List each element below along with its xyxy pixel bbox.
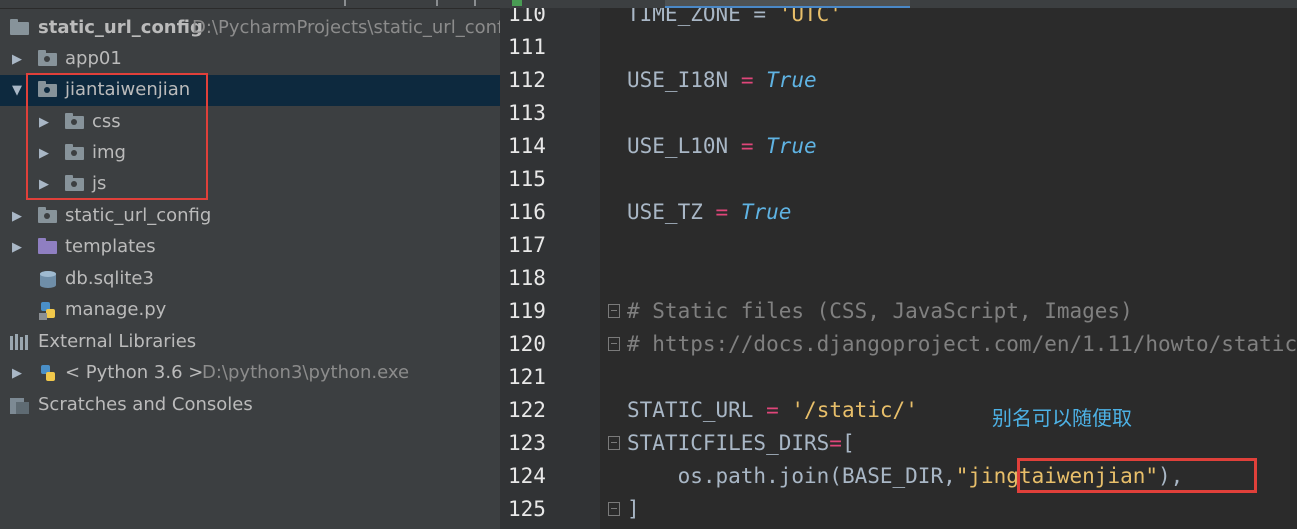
folder-icon — [10, 19, 30, 37]
python-file-icon — [38, 301, 58, 320]
libraries-icon — [9, 333, 29, 351]
tree-root-row[interactable]: static_url_config D:\PycharmProjects\sta… — [0, 13, 500, 44]
tree-scratches[interactable]: Scratches and Consoles — [0, 390, 500, 421]
code-line-123: STATICFILES_DIRS=[ — [627, 431, 855, 455]
line-number: 118 — [508, 266, 546, 290]
line-number: 123 — [508, 431, 546, 455]
tree-external-libraries[interactable]: External Libraries — [0, 327, 500, 358]
expand-arrow-icon[interactable]: ▶ — [10, 201, 24, 232]
folder-icon — [38, 50, 58, 68]
file-tab-icon[interactable] — [512, 0, 522, 6]
project-tree-panel: static_url_config D:\PycharmProjects\sta… — [0, 0, 500, 529]
code-line-120: # https://docs.djangoproject.com/en/1.11… — [627, 332, 1297, 356]
code-line-116: USE_TZ = True — [627, 200, 792, 224]
code-editor[interactable]: 110 111 112 113 114 115 116 117 118 119 … — [500, 0, 1297, 529]
line-number: 115 — [508, 167, 546, 191]
tree-item-label: manage.py — [65, 299, 167, 320]
expand-arrow-icon[interactable]: ▶ — [10, 232, 24, 263]
highlight-box — [1017, 458, 1257, 493]
tree-item-manage-py[interactable]: manage.py — [0, 295, 500, 326]
database-icon — [38, 270, 58, 288]
folder-icon — [38, 207, 58, 225]
line-number: 125 — [508, 497, 546, 521]
tree-python-sdk[interactable]: ▶ < Python 3.6 > D:\python3\python.exe — [0, 358, 500, 389]
line-number: 112 — [508, 68, 546, 92]
fold-marker-icon[interactable] — [608, 304, 620, 318]
expand-arrow-icon[interactable]: ▶ — [10, 358, 24, 389]
toolbar-hide-icon[interactable] — [474, 0, 476, 6]
tree-item-label: static_url_config — [65, 205, 212, 226]
tree-item-label: Scratches and Consoles — [38, 394, 253, 415]
fold-marker-icon[interactable] — [608, 436, 620, 450]
tree-item-static-url-config[interactable]: ▶ static_url_config — [0, 201, 500, 232]
line-number: 117 — [508, 233, 546, 257]
editor-tab-bar — [500, 0, 1297, 8]
templates-folder-icon — [38, 238, 58, 256]
tree-item-label: < Python 3.6 > — [65, 362, 204, 383]
code-line-112: USE_I18N = True — [627, 68, 817, 92]
active-editor-tab[interactable] — [665, 0, 910, 8]
annotation-note: 别名可以随便取 — [992, 406, 1132, 430]
tree-root-path: D:\PycharmProjects\static_url_config — [192, 17, 500, 38]
expand-arrow-icon[interactable]: ▶ — [10, 44, 24, 75]
line-number: 114 — [508, 134, 546, 158]
line-number: 124 — [508, 464, 546, 488]
toolbar-gear-icon[interactable] — [344, 0, 346, 6]
tree-item-db-sqlite3[interactable]: db.sqlite3 — [0, 264, 500, 295]
line-number: 111 — [508, 35, 546, 59]
tree-item-path: D:\python3\python.exe — [202, 362, 410, 383]
tree-item-app01[interactable]: ▶ app01 — [0, 44, 500, 75]
line-number: 113 — [508, 101, 546, 125]
collapse-arrow-icon[interactable]: ▼ — [10, 75, 24, 106]
line-number: 119 — [508, 299, 546, 323]
code-line-119: # Static files (CSS, JavaScript, Images) — [627, 299, 1133, 323]
toolbar-settings-icon[interactable] — [436, 0, 438, 6]
project-toolbar — [0, 0, 500, 9]
code-line-122: STATIC_URL = '/static/' — [627, 398, 918, 422]
code-line-125: ] — [627, 497, 640, 521]
tree-item-templates[interactable]: ▶ templates — [0, 232, 500, 263]
fold-marker-icon[interactable] — [608, 337, 620, 351]
python-icon — [38, 364, 58, 382]
highlight-box — [26, 73, 208, 200]
tree-item-label: db.sqlite3 — [65, 268, 154, 289]
code-line-114: USE_L10N = True — [627, 134, 817, 158]
tree-item-label: app01 — [65, 48, 122, 69]
line-number: 120 — [508, 332, 546, 356]
line-number: 121 — [508, 365, 546, 389]
line-number: 122 — [508, 398, 546, 422]
tree-root-label: static_url_config — [38, 17, 203, 38]
tree-item-label: External Libraries — [38, 331, 197, 352]
line-number: 116 — [508, 200, 546, 224]
tree-item-label: templates — [65, 236, 156, 257]
scratches-icon — [9, 396, 29, 414]
fold-marker-icon[interactable] — [608, 502, 620, 516]
